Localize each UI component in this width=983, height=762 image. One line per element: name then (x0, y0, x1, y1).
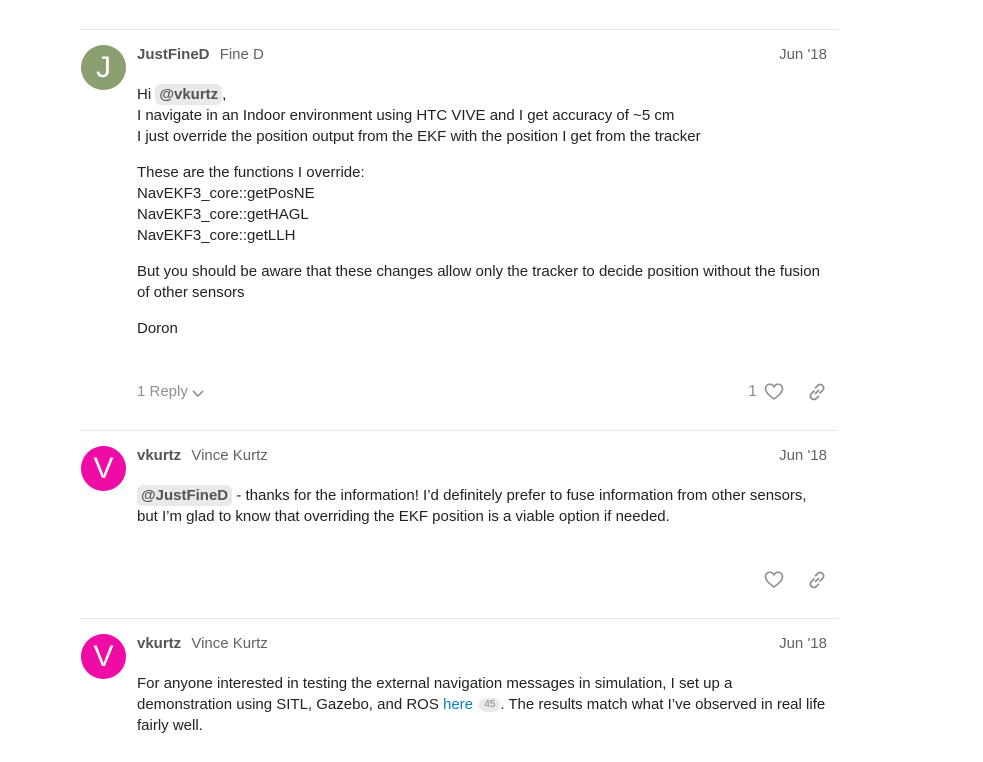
replies-toggle[interactable]: 1 Reply (137, 377, 204, 407)
replies-label: 1 Reply (137, 383, 188, 400)
username[interactable]: JustFineD (137, 46, 210, 63)
post-meta: vkurtz Vince Kurtz Jun '18 (137, 635, 827, 655)
post-meta: vkurtz Vince Kurtz Jun '18 (137, 447, 827, 467)
share-link-button[interactable] (807, 382, 827, 402)
like-button[interactable] (764, 382, 784, 402)
link-icon (809, 383, 825, 401)
post-paragraph: Hi @vkurtz, I navigate in an Indoor envi… (137, 84, 827, 147)
mention-link[interactable]: @JustFineD (137, 485, 233, 506)
function-name: NavEKF3_core::getLLH (137, 227, 296, 244)
text-line: I navigate in an Indoor environment usin… (137, 107, 675, 124)
post-paragraph: But you should be aware that these chang… (137, 263, 820, 301)
link-click-count: 45 (479, 698, 501, 712)
greeting-text: Hi (137, 86, 156, 103)
heart-icon (764, 383, 784, 401)
full-name[interactable]: Fine D (220, 46, 264, 63)
chevron-down-icon (192, 390, 204, 398)
post-actions: 1 Reply 1 (137, 377, 827, 407)
post-paragraph: @JustFineD - thanks for the information!… (137, 485, 827, 527)
avatar[interactable]: V (81, 446, 126, 491)
like-button[interactable] (764, 570, 784, 590)
post-text: - thanks for the information! I’d defini… (137, 487, 807, 525)
post-date[interactable]: Jun '18 (779, 635, 827, 652)
function-name: NavEKF3_core::getPosNE (137, 185, 315, 202)
heart-icon (764, 571, 784, 589)
signature: Doron (137, 320, 178, 337)
post-date[interactable]: Jun '18 (779, 46, 827, 63)
post-actions (137, 565, 827, 595)
post: V vkurtz Vince Kurtz Jun '18 @JustFineD … (80, 431, 838, 619)
post: V vkurtz Vince Kurtz Jun '18 For anyone … (80, 619, 838, 762)
share-link-button[interactable] (807, 570, 827, 590)
text-line: I just override the position output from… (137, 128, 701, 145)
function-name: NavEKF3_core::getHAGL (137, 206, 309, 223)
post-paragraph: These are the functions I override: NavE… (137, 162, 827, 246)
link-icon (809, 571, 825, 589)
avatar[interactable]: J (81, 45, 126, 90)
text-line: These are the functions I override: (137, 164, 365, 181)
full-name[interactable]: Vince Kurtz (191, 447, 267, 464)
avatar[interactable]: V (81, 634, 126, 679)
full-name[interactable]: Vince Kurtz (191, 635, 267, 652)
username[interactable]: vkurtz (137, 447, 181, 464)
mention-link[interactable]: @vkurtz (155, 84, 223, 105)
post-date[interactable]: Jun '18 (779, 447, 827, 464)
post-paragraph: For anyone interested in testing the ext… (137, 673, 827, 736)
username[interactable]: vkurtz (137, 635, 181, 652)
here-link[interactable]: here (443, 696, 473, 713)
post: J JustFineD Fine D Jun '18 Hi @vkurtz, I… (80, 30, 838, 431)
post-body: Hi @vkurtz, I navigate in an Indoor envi… (137, 84, 827, 354)
post-body: @JustFineD - thanks for the information!… (137, 485, 827, 542)
post-meta: JustFineD Fine D Jun '18 (137, 46, 827, 66)
like-count[interactable]: 1 (748, 377, 757, 407)
post-body: For anyone interested in testing the ext… (137, 673, 827, 751)
greeting-tail: , (222, 86, 227, 103)
